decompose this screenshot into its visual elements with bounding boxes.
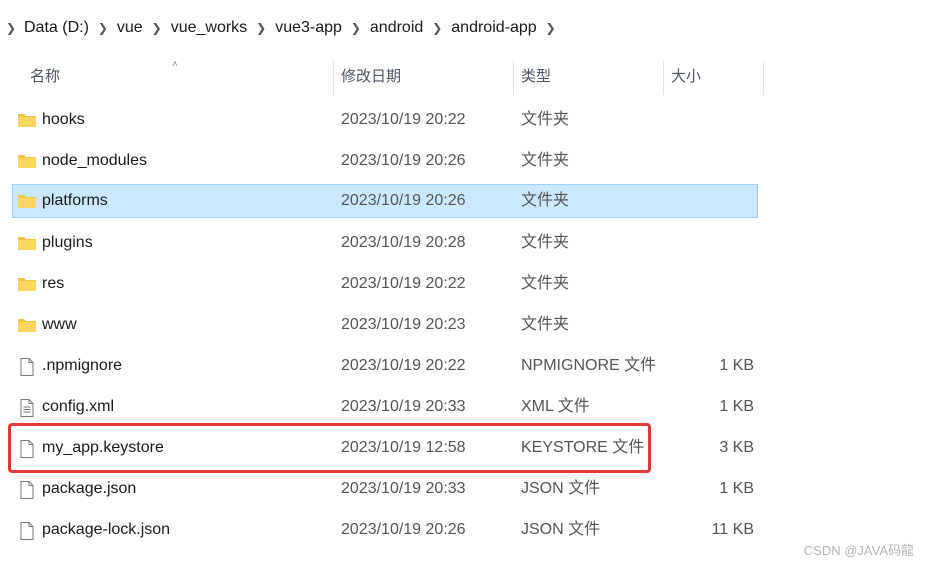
file-row-www[interactable]: www 2023/10/19 20:23 文件夹 <box>12 308 758 342</box>
file-size: 1 KB <box>719 357 754 374</box>
file-row-platforms[interactable]: platforms 2023/10/19 20:26 文件夹 <box>12 184 758 218</box>
file-name: node_modules <box>42 152 147 169</box>
breadcrumb-drive[interactable]: Data (D:) <box>22 19 91 37</box>
column-divider[interactable] <box>663 61 664 95</box>
file-date: 2023/10/19 20:33 <box>341 398 466 415</box>
breadcrumb-android[interactable]: android <box>368 19 425 37</box>
file-date: 2023/10/19 20:28 <box>341 234 466 251</box>
file-date: 2023/10/19 20:23 <box>341 316 466 333</box>
file-row-res[interactable]: res 2023/10/19 20:22 文件夹 <box>12 267 758 301</box>
breadcrumb-separator-icon[interactable]: ❯ <box>91 21 115 35</box>
address-bar[interactable]: ❯ Data (D:) ❯ vue ❯ vue_works ❯ vue3-app… <box>0 8 930 48</box>
file-row-config-xml[interactable]: config.xml 2023/10/19 20:33 XML 文件 1 KB <box>12 390 758 424</box>
breadcrumb-android-app[interactable]: android-app <box>449 19 538 37</box>
file-date: 2023/10/19 20:26 <box>341 152 466 169</box>
column-header-row: ˄ 名称 修改日期 类型 大小 <box>0 56 930 96</box>
file-type: 文件夹 <box>521 234 570 251</box>
file-row-plugins[interactable]: plugins 2023/10/19 20:28 文件夹 <box>12 226 758 260</box>
breadcrumb-separator-icon[interactable]: ❯ <box>344 21 368 35</box>
file-type: 文件夹 <box>521 275 570 292</box>
column-divider[interactable] <box>333 61 334 95</box>
file-type: JSON 文件 <box>521 480 601 497</box>
breadcrumb-separator-icon[interactable]: ❯ <box>145 21 169 35</box>
breadcrumb-vue3-app[interactable]: vue3-app <box>273 19 344 37</box>
breadcrumb-separator-icon[interactable]: ❯ <box>425 21 449 35</box>
watermark: CSDN @JAVA码龍 <box>803 543 914 558</box>
file-icon <box>17 480 37 499</box>
folder-icon <box>17 316 37 334</box>
xml-file-icon <box>17 398 37 417</box>
file-type: 文件夹 <box>521 316 570 333</box>
chevron-right-icon[interactable]: ❯ <box>0 21 22 35</box>
file-name: plugins <box>42 234 93 251</box>
file-type: XML 文件 <box>521 398 590 415</box>
file-size: 3 KB <box>719 439 754 456</box>
file-row-npmignore[interactable]: .npmignore 2023/10/19 20:22 NPMIGNORE 文件… <box>12 349 758 383</box>
file-row-package-lock-json[interactable]: package-lock.json 2023/10/19 20:26 JSON … <box>12 513 758 547</box>
file-size: 1 KB <box>719 398 754 415</box>
folder-icon <box>17 192 37 210</box>
file-row-hooks[interactable]: hooks 2023/10/19 20:22 文件夹 <box>12 103 758 137</box>
column-header-type[interactable]: 类型 <box>521 56 551 96</box>
file-type: 文件夹 <box>521 152 570 169</box>
file-size: 11 KB <box>711 521 754 538</box>
breadcrumb-separator-icon[interactable]: ❯ <box>539 21 563 35</box>
file-name: package.json <box>42 480 137 497</box>
folder-icon <box>17 234 37 252</box>
file-name: platforms <box>42 192 108 209</box>
file-type: JSON 文件 <box>521 521 601 538</box>
file-date: 2023/10/19 20:26 <box>341 521 466 538</box>
file-date: 2023/10/19 20:26 <box>341 192 466 209</box>
file-icon <box>17 521 37 540</box>
file-name: package-lock.json <box>42 521 171 538</box>
file-row-node-modules[interactable]: node_modules 2023/10/19 20:26 文件夹 <box>12 144 758 178</box>
folder-icon <box>17 152 37 170</box>
file-type: 文件夹 <box>521 111 570 128</box>
file-date: 2023/10/19 20:22 <box>341 275 466 292</box>
file-date: 2023/10/19 20:33 <box>341 480 466 497</box>
column-header-size[interactable]: 大小 <box>671 56 701 96</box>
file-name: .npmignore <box>42 357 123 374</box>
column-divider[interactable] <box>513 61 514 95</box>
highlight-box <box>8 423 651 473</box>
folder-icon <box>17 111 37 129</box>
file-name: hooks <box>42 111 85 128</box>
column-header-date[interactable]: 修改日期 <box>341 56 401 96</box>
file-row-package-json[interactable]: package.json 2023/10/19 20:33 JSON 文件 1 … <box>12 472 758 506</box>
file-type: NPMIGNORE 文件 <box>521 357 657 374</box>
file-name: res <box>42 275 65 292</box>
file-name: www <box>42 316 77 333</box>
file-size: 1 KB <box>719 480 754 497</box>
file-date: 2023/10/19 20:22 <box>341 111 466 128</box>
file-name: config.xml <box>42 398 115 415</box>
file-date: 2023/10/19 20:22 <box>341 357 466 374</box>
file-type: 文件夹 <box>521 192 570 209</box>
breadcrumb-vue[interactable]: vue <box>115 19 145 37</box>
column-divider[interactable] <box>763 61 764 95</box>
sort-ascending-icon: ˄ <box>172 59 178 70</box>
folder-icon <box>17 275 37 293</box>
breadcrumb-vue-works[interactable]: vue_works <box>169 19 249 37</box>
breadcrumb-separator-icon[interactable]: ❯ <box>249 21 273 35</box>
file-icon <box>17 357 37 376</box>
column-header-name[interactable]: 名称 <box>30 56 60 96</box>
